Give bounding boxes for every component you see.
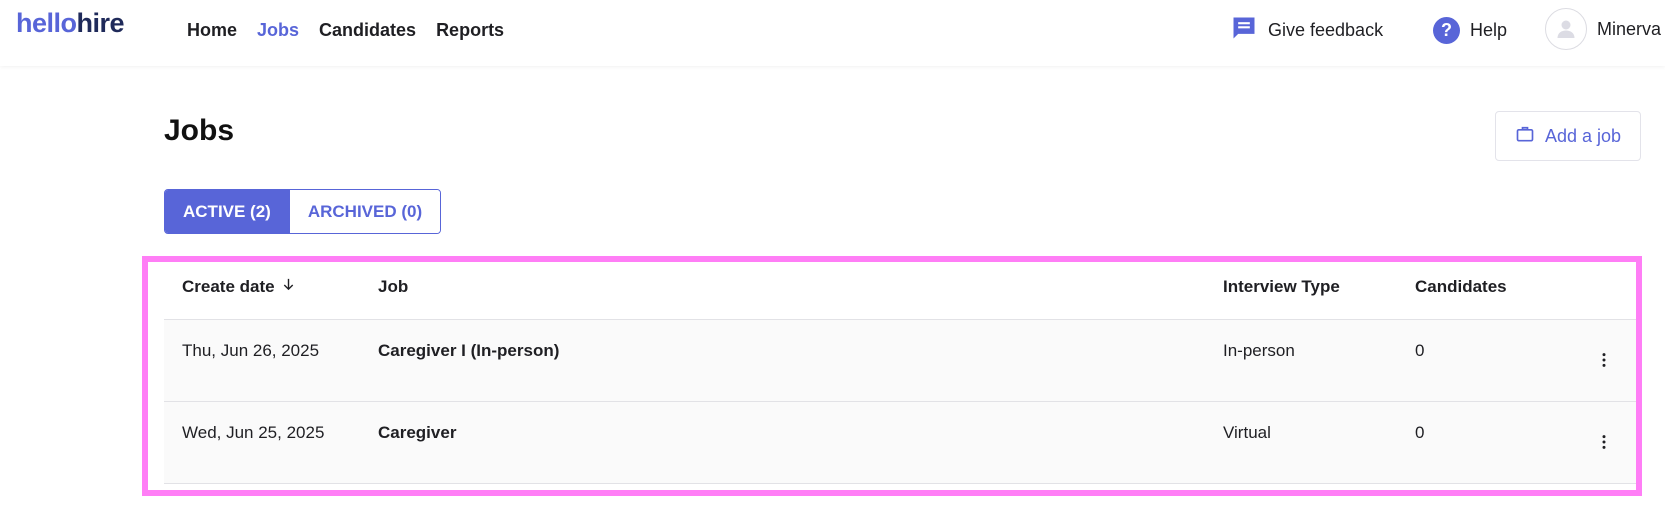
question-circle-icon: ? (1433, 16, 1460, 44)
logo-text-hello: hello (16, 8, 77, 38)
give-feedback-label: Give feedback (1268, 19, 1384, 40)
nav-reports[interactable]: Reports (436, 18, 504, 42)
add-job-label: Add a job (1544, 125, 1622, 146)
give-feedback-button[interactable]: Give feedback (1230, 14, 1383, 46)
main-nav: Home Jobs Candidates Reports (187, 18, 524, 42)
job-status-tabs: ACTIVE (2) ARCHIVED (0) (164, 189, 442, 234)
person-avatar-icon (1545, 8, 1587, 50)
tab-archived[interactable]: ARCHIVED (0) (288, 190, 441, 233)
user-menu[interactable]: Minerva (1545, 7, 1661, 51)
page-title: Jobs (164, 114, 235, 147)
tab-active[interactable]: ACTIVE (2) (165, 190, 289, 233)
add-job-button[interactable]: Add a job (1495, 111, 1641, 161)
help-button[interactable]: ? Help (1433, 14, 1507, 46)
briefcase-icon (1515, 124, 1535, 149)
help-label: Help (1470, 19, 1508, 40)
nav-candidates[interactable]: Candidates (319, 18, 416, 42)
user-name: Minerva (1597, 18, 1662, 39)
hellohire-logo[interactable]: hellohire (16, 8, 125, 39)
nav-jobs[interactable]: Jobs (257, 18, 299, 42)
top-navigation-bar: hellohire Home Jobs Candidates Reports G… (0, 0, 1665, 66)
chat-bubble-icon (1230, 14, 1258, 47)
nav-home[interactable]: Home (187, 18, 237, 42)
logo-text-hire: hire (76, 8, 125, 38)
table-highlight-overlay (142, 256, 1642, 496)
